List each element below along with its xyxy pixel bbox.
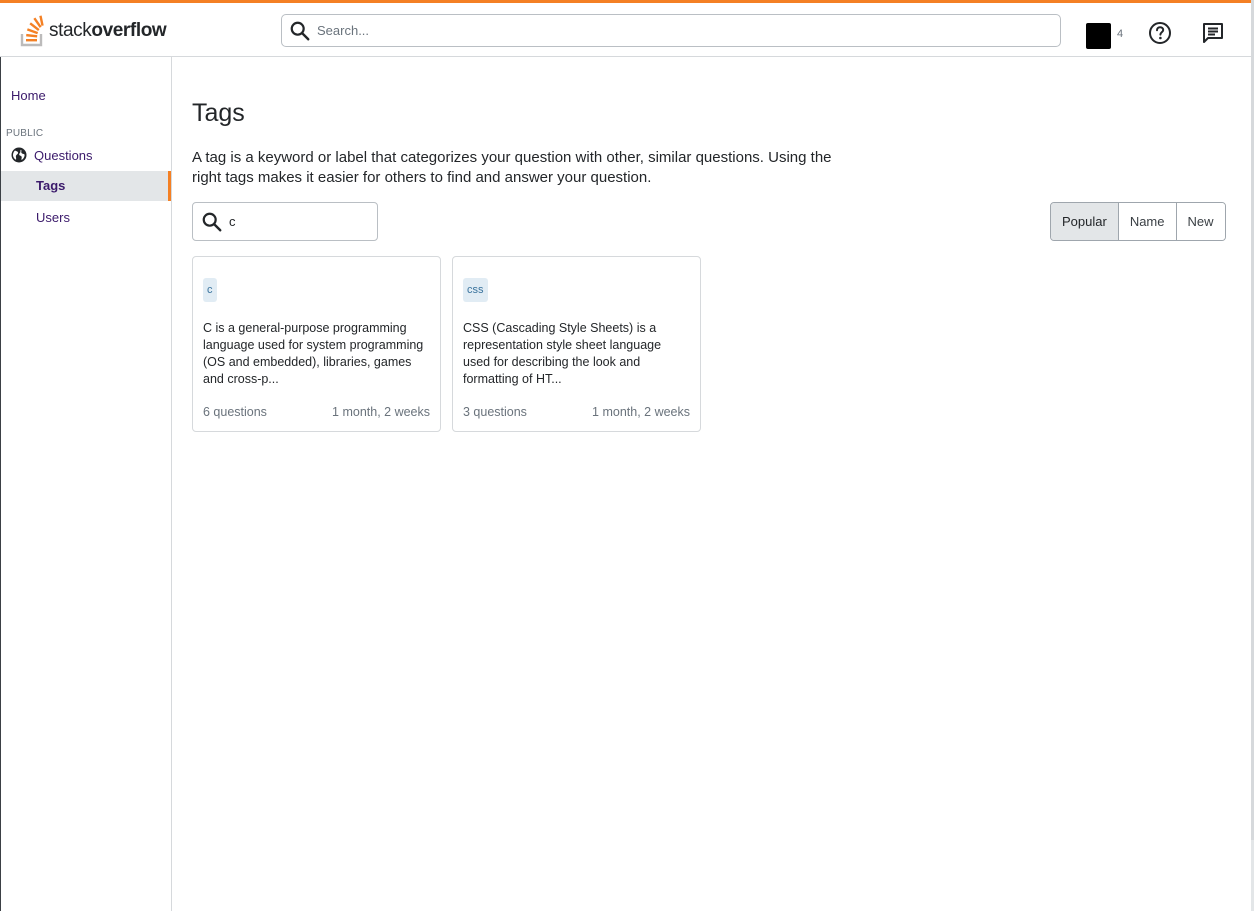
tag-filter-input[interactable] [229, 214, 369, 229]
sort-name-button[interactable]: Name [1118, 203, 1177, 240]
tag-link[interactable]: css [463, 278, 488, 302]
sidebar-section-label: PUBLIC [6, 128, 44, 139]
search-icon [290, 21, 310, 40]
tag-question-count: 6 questions [203, 405, 267, 419]
stackoverflow-logo-icon [20, 15, 44, 47]
tag-link[interactable]: c [203, 278, 217, 302]
globe-icon [11, 147, 27, 163]
tag-question-count: 3 questions [463, 405, 527, 419]
logo-link[interactable]: stackoverflow [20, 14, 167, 48]
sidebar-item-tags[interactable]: Tags [1, 171, 171, 201]
avatar[interactable] [1086, 23, 1111, 49]
logo-text: stackoverflow [49, 20, 167, 41]
sidebar-item-label: Questions [34, 147, 93, 163]
global-search[interactable] [281, 14, 1061, 47]
inbox-icon[interactable] [1201, 21, 1225, 45]
page-description: A tag is a keyword or label that categor… [192, 149, 832, 186]
search-icon [202, 212, 222, 231]
tag-age: 1 month, 2 weeks [332, 405, 430, 419]
global-search-input[interactable] [317, 23, 1017, 38]
help-icon[interactable] [1148, 21, 1172, 45]
tag-card: css CSS (Cascading Style Sheets) is a re… [452, 256, 701, 432]
tag-filter[interactable] [192, 202, 378, 241]
sidebar-item-users[interactable]: Users [36, 210, 70, 225]
page-title: Tags [192, 99, 245, 127]
reputation-count: 4 [1117, 28, 1124, 40]
sort-toggle-group: Popular Name New [1050, 202, 1226, 241]
sort-new-button[interactable]: New [1176, 203, 1225, 240]
tag-description: C is a general-purpose programming langu… [203, 321, 424, 386]
tag-description: CSS (Cascading Style Sheets) is a repres… [463, 321, 662, 386]
tag-card: c C is a general-purpose programming lan… [192, 256, 441, 432]
tag-age: 1 month, 2 weeks [592, 405, 690, 419]
top-bar: stackoverflow 4 [0, 0, 1251, 57]
page: stackoverflow 4 Home PUBLIC [0, 0, 1254, 911]
sort-popular-button[interactable]: Popular [1051, 203, 1119, 240]
sidebar-item-home[interactable]: Home [11, 88, 46, 103]
sidebar-item-questions[interactable]: Questions [11, 147, 93, 163]
left-sidebar: Home PUBLIC Questions Tags Users [1, 57, 172, 911]
